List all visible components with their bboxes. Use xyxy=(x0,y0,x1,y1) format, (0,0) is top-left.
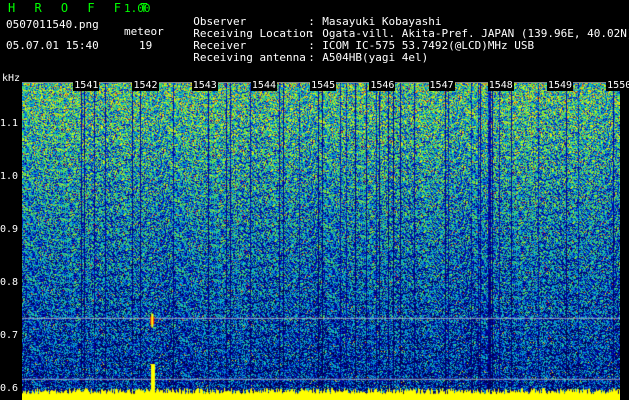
file-name: 0507011540.png xyxy=(6,18,99,31)
x-tick-label: 1546 xyxy=(369,80,396,91)
spectrogram-canvas xyxy=(22,82,620,400)
info-row-antenna: Receiving antenna: A504HB(yagi 4el) xyxy=(180,40,428,64)
x-tick-label: 1545 xyxy=(310,80,337,91)
y-tick-label: 0.7 xyxy=(0,330,19,342)
info-sep: : xyxy=(308,51,315,64)
x-tick-label: 1541 xyxy=(73,80,100,91)
info-key: Receiving antenna xyxy=(193,51,306,64)
x-tick-label: 1543 xyxy=(191,80,218,91)
x-tick-label: 1548 xyxy=(487,80,514,91)
app-version: 1.00 xyxy=(124,2,151,15)
y-tick-label: 0.6 xyxy=(0,383,19,395)
x-tick-label: 1542 xyxy=(132,80,159,91)
y-tick-label: 1.1 xyxy=(0,118,19,130)
y-tick-label: 1.0 xyxy=(0,171,19,183)
x-tick-label: 1549 xyxy=(546,80,574,91)
info-value: A504HB(yagi 4el) xyxy=(322,51,429,64)
x-tick-label: 1544 xyxy=(250,80,277,91)
y-axis-label: kHz xyxy=(2,73,21,84)
y-tick-label: 0.9 xyxy=(0,224,19,236)
x-tick-label: 1547 xyxy=(428,80,455,91)
meteor-label: meteor xyxy=(124,25,164,38)
meteor-count: 19 xyxy=(139,39,153,52)
y-tick-label: 0.8 xyxy=(0,277,19,289)
datetime: 05.07.01 15:40 xyxy=(6,39,99,52)
x-tick-label: 1550 xyxy=(606,80,629,91)
